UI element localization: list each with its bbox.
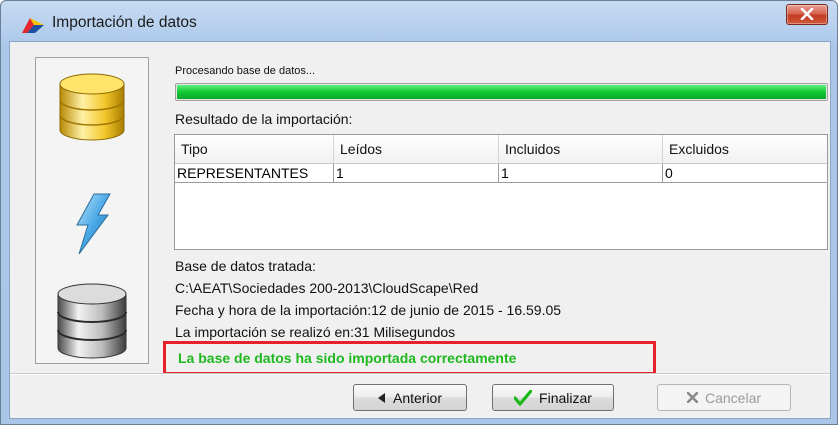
progress-bar [175, 83, 828, 101]
database-yellow-icon [59, 73, 125, 141]
window-title: Importación de datos [52, 14, 197, 31]
aeat-logo-icon [21, 16, 45, 34]
table-row[interactable]: REPRESENTANTES 1 1 0 [175, 163, 827, 183]
database-label: Base de datos tratada: [175, 258, 316, 274]
database-path: C:\AEAT\Sociedades 200-2013\CloudScape\R… [175, 280, 479, 296]
result-table: Tipo Leídos Incluidos Excluidos REPRESEN… [174, 134, 828, 250]
close-icon [800, 8, 814, 20]
table-header-row: Tipo Leídos Incluidos Excluidos [175, 135, 827, 164]
table-cell-excluidos: 0 [662, 163, 827, 183]
cancel-x-icon [686, 392, 698, 403]
previous-button-label: Anterior [392, 389, 443, 406]
column-header-leidos[interactable]: Leídos [333, 135, 499, 164]
table-cell-tipo: REPRESENTANTES [175, 163, 334, 183]
previous-button[interactable]: Anterior [353, 384, 467, 411]
column-header-incluidos[interactable]: Incluidos [498, 135, 663, 164]
finish-button-label: Finalizar [539, 389, 592, 406]
close-button[interactable] [786, 4, 828, 25]
lightning-bolt-icon [76, 193, 111, 255]
import-content: Procesando base de datos... Resultado de… [166, 42, 830, 372]
cancel-button-label: Cancelar [704, 389, 762, 406]
cancel-button[interactable]: Cancelar [657, 384, 791, 411]
database-gray-icon [57, 283, 127, 359]
footer-divider [10, 373, 830, 375]
checkmark-icon [514, 389, 533, 406]
table-cell-incluidos: 1 [498, 163, 663, 183]
import-duration: La importación se realizó en:31 Milisegu… [175, 324, 456, 340]
import-datetime: Fecha y hora de la importación:12 de jun… [175, 302, 562, 318]
import-dialog-window: Importación de datos Procesando base de … [0, 0, 838, 425]
processing-label: Procesando base de datos... [175, 65, 316, 77]
title-bar[interactable]: Importación de datos [1, 1, 837, 41]
table-cell-leidos: 1 [333, 163, 499, 183]
success-message: La base de datos ha sido importada corre… [178, 350, 517, 366]
arrow-left-icon [377, 392, 385, 403]
illustration-panel [35, 57, 149, 364]
progress-bar-fill [177, 85, 826, 99]
dialog-client-area: Procesando base de datos... Resultado de… [9, 41, 831, 419]
column-header-tipo[interactable]: Tipo [175, 135, 334, 164]
column-header-excluidos[interactable]: Excluidos [662, 135, 827, 164]
result-label: Resultado de la importación: [175, 111, 353, 127]
finish-button[interactable]: Finalizar [492, 384, 614, 411]
